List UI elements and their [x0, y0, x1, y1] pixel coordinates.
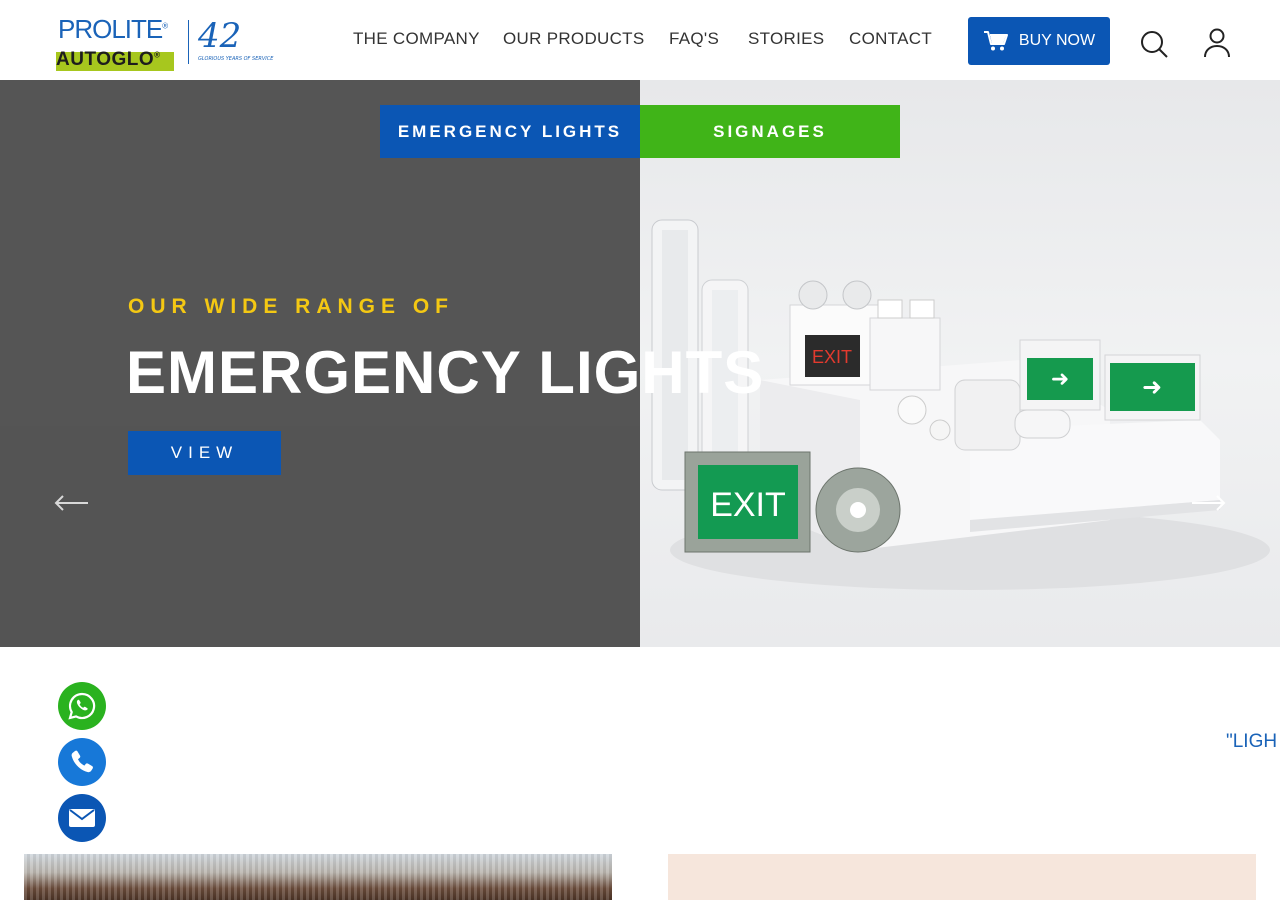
- email-button[interactable]: [58, 794, 106, 842]
- tab-signages[interactable]: SIGNAGES: [640, 105, 900, 158]
- search-icon[interactable]: [1140, 30, 1168, 58]
- arrow-left-icon[interactable]: [54, 492, 90, 514]
- buy-now-button[interactable]: BUY NOW: [968, 17, 1110, 65]
- exit-sign-green-text: EXIT: [710, 486, 786, 524]
- nav-contact[interactable]: CONTACT: [849, 29, 932, 49]
- cart-icon: [983, 31, 1008, 51]
- logo-tagline: GLORIOUS YEARS OF SERVICE: [198, 56, 274, 62]
- hero-headline: EMERGENCY LIGHTS: [126, 339, 765, 406]
- hero-left-lower: [0, 426, 640, 647]
- exit-sign-red-text: EXIT: [812, 347, 852, 367]
- buy-now-label: BUY NOW: [1018, 32, 1096, 49]
- phone-button[interactable]: [58, 738, 106, 786]
- svg-text:➜: ➜: [1142, 373, 1162, 401]
- site-header: PROLITE® AUTOGLO® 42 GLORIOUS YEARS OF S…: [0, 0, 1280, 80]
- card-texture: [24, 854, 612, 900]
- nav-our-products[interactable]: OUR PRODUCTS: [503, 29, 645, 49]
- content-card-image-2[interactable]: [668, 854, 1256, 900]
- svg-text:➜: ➜: [1051, 367, 1069, 392]
- nav-the-company[interactable]: THE COMPANY: [353, 29, 480, 49]
- logo-brand-autoglo: AUTOGLO®: [56, 49, 161, 70]
- phone-icon: [71, 750, 93, 773]
- content-card-image-1[interactable]: [24, 854, 612, 900]
- arrow-right-icon[interactable]: [1190, 492, 1226, 514]
- nav-faqs[interactable]: FAQ'S: [669, 29, 719, 49]
- nav-stories[interactable]: STORIES: [748, 29, 824, 49]
- tab-emergency-lights[interactable]: EMERGENCY LIGHTS: [380, 105, 640, 158]
- mail-icon: [69, 809, 95, 827]
- user-icon[interactable]: [1204, 28, 1230, 58]
- view-button[interactable]: VIEW: [128, 431, 281, 475]
- hero-slider: EXIT ➜ ➜ EXIT EMERGENCY LIGHTS SIGNAGES …: [0, 80, 1280, 647]
- whatsapp-button[interactable]: [58, 682, 106, 730]
- whatsapp-icon: [68, 692, 96, 720]
- hero-subheadline: OUR WIDE RANGE OF: [128, 295, 454, 318]
- marquee-text: "LIGH: [1226, 731, 1278, 752]
